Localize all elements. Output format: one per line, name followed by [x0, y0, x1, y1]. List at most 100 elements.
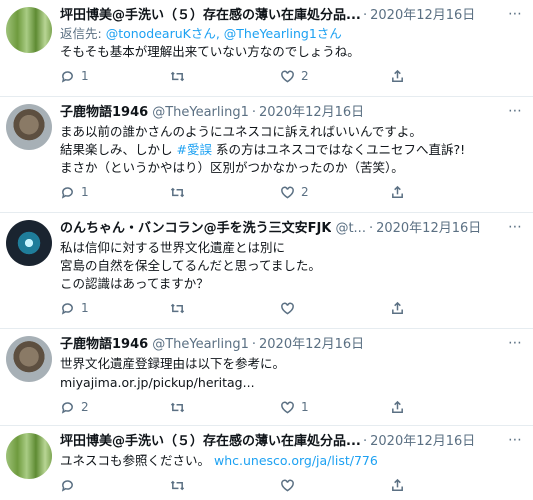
separator: ·: [251, 105, 257, 120]
retweet-icon: [170, 480, 185, 490]
tweet-text: 世界文化遺産登録理由は以下を参考に。: [60, 356, 286, 371]
tweet-header: のんちゃん・バンコラン@手を洗う三文安FJK @t... · 2020年12月1…: [60, 220, 525, 238]
reply-prefix: 返信先:: [60, 26, 106, 41]
hashtag-link[interactable]: #愛誤: [176, 142, 211, 157]
separator: ·: [251, 337, 257, 352]
tweet-actions: 2 1: [60, 392, 525, 422]
tweet[interactable]: 坪田博美@手洗い（５）存在感の薄い在庫処分品... · 2020年12月16日 …: [0, 0, 533, 97]
retweet-icon: [170, 303, 185, 313]
share-button[interactable]: [390, 185, 500, 200]
display-name[interactable]: 坪田博美@手洗い（５）存在感の薄い在庫処分品...: [60, 7, 360, 25]
timestamp[interactable]: 2020年12月16日: [376, 220, 481, 238]
timestamp[interactable]: 2020年12月16日: [259, 336, 364, 354]
tweet-actions: [60, 470, 525, 500]
tweet-header: 坪田博美@手洗い（５）存在感の薄い在庫処分品... · 2020年12月16日: [60, 7, 525, 25]
tweet[interactable]: のんちゃん・バンコラン@手を洗う三文安FJK @t... · 2020年12月1…: [0, 213, 533, 329]
tweet-actions: 1 2: [60, 177, 525, 207]
more-options-icon[interactable]: ⋯: [508, 6, 523, 22]
heart-icon: [281, 186, 294, 199]
reply-to-line: 返信先: @tonodearuKさん, @TheYearling1さん: [60, 25, 525, 42]
display-name[interactable]: 坪田博美@手洗い（５）存在感の薄い在庫処分品...: [60, 433, 360, 451]
display-name[interactable]: のんちゃん・バンコラン@手を洗う三文安FJK: [60, 220, 331, 238]
retweet-button[interactable]: [170, 301, 280, 316]
heart-icon: [281, 401, 294, 414]
share-icon: [392, 185, 403, 198]
tweet[interactable]: 子鹿物語1946 @TheYearling1 · 2020年12月16日 ⋯ ま…: [0, 97, 533, 213]
reply-count: 1: [81, 301, 89, 315]
share-button[interactable]: [390, 301, 500, 316]
like-button[interactable]: [280, 301, 390, 316]
conversation-thread: 坪田博美@手洗い（５）存在感の薄い在庫処分品... · 2020年12月16日 …: [0, 0, 533, 497]
user-handle[interactable]: @TheYearling1: [152, 104, 249, 122]
display-name[interactable]: 子鹿物語1946: [60, 104, 148, 122]
like-button[interactable]: 2: [280, 185, 390, 200]
reply-users-link[interactable]: @tonodearuKさん, @TheYearling1さん: [106, 26, 342, 41]
like-count: 1: [301, 400, 309, 414]
share-icon: [392, 478, 403, 491]
avatar[interactable]: [6, 220, 52, 266]
tweet-text-part: ユネスコも参照ください。: [60, 453, 211, 468]
reply-count: 1: [81, 69, 89, 83]
reply-icon: [61, 186, 73, 199]
avatar[interactable]: [6, 7, 52, 53]
reply-icon: [61, 479, 73, 492]
user-handle[interactable]: @TheYearling1: [152, 336, 249, 354]
more-options-icon[interactable]: ⋯: [508, 335, 523, 351]
timestamp[interactable]: 2020年12月16日: [370, 433, 475, 451]
reply-button[interactable]: 1: [60, 301, 170, 316]
share-button[interactable]: [390, 478, 500, 493]
separator: ·: [363, 434, 368, 449]
tweet-actions: 1: [60, 293, 525, 323]
tweet-actions: 1 2: [60, 61, 525, 91]
reply-button[interactable]: 2: [60, 400, 170, 415]
user-handle[interactable]: @t...: [335, 220, 366, 238]
retweet-button[interactable]: [170, 69, 280, 84]
reply-button[interactable]: 1: [60, 185, 170, 200]
like-button[interactable]: 2: [280, 69, 390, 84]
share-icon: [392, 301, 403, 314]
tweet[interactable]: 坪田博美@手洗い（５）存在感の薄い在庫処分品... · 2020年12月16日 …: [0, 426, 533, 497]
separator: ·: [368, 221, 374, 236]
reply-icon: [61, 401, 73, 414]
reply-icon: [61, 302, 73, 315]
reply-button[interactable]: 1: [60, 69, 170, 84]
more-options-icon[interactable]: ⋯: [508, 432, 523, 448]
like-count: 2: [301, 185, 309, 199]
tweet[interactable]: 子鹿物語1946 @TheYearling1 · 2020年12月16日 ⋯ 世…: [0, 329, 533, 426]
more-options-icon[interactable]: ⋯: [508, 219, 523, 235]
heart-icon: [281, 479, 294, 492]
like-count: 2: [301, 69, 309, 83]
tweet-header: 子鹿物語1946 @TheYearling1 · 2020年12月16日: [60, 336, 525, 354]
avatar[interactable]: [6, 336, 52, 382]
timestamp[interactable]: 2020年12月16日: [370, 7, 475, 25]
avatar[interactable]: [6, 104, 52, 150]
tweet-header: 坪田博美@手洗い（５）存在感の薄い在庫処分品... · 2020年12月16日: [60, 433, 525, 451]
url-link[interactable]: whc.unesco.org/ja/list/776: [214, 453, 378, 468]
tweet-text: まあ以前の誰かさんのようにユネスコに訴えればいいんですよ。 結果楽しみ、しかし …: [60, 123, 525, 177]
heart-icon: [281, 70, 294, 83]
heart-icon: [281, 302, 294, 315]
share-icon: [392, 69, 403, 82]
like-button[interactable]: 1: [280, 400, 390, 415]
retweet-button[interactable]: [170, 478, 280, 493]
reply-count: 2: [81, 400, 89, 414]
like-button[interactable]: [280, 478, 390, 493]
share-button[interactable]: [390, 400, 500, 415]
tweet-text: ユネスコも参照ください。 whc.unesco.org/ja/list/776: [60, 452, 525, 470]
tweet-text: 私は信仰に対する世界文化遺産とは別に 宮島の自然を保全してるんだと思ってました。…: [60, 240, 321, 291]
more-options-icon[interactable]: ⋯: [508, 103, 523, 119]
reply-count: 1: [81, 185, 89, 199]
url-link[interactable]: miyajima.or.jp/pickup/heritag...: [60, 374, 525, 392]
timestamp[interactable]: 2020年12月16日: [259, 104, 364, 122]
share-button[interactable]: [390, 69, 500, 84]
separator: ·: [363, 8, 368, 23]
retweet-icon: [170, 187, 185, 197]
tweet-header: 子鹿物語1946 @TheYearling1 · 2020年12月16日: [60, 104, 525, 122]
retweet-button[interactable]: [170, 400, 280, 415]
retweet-button[interactable]: [170, 185, 280, 200]
reply-button[interactable]: [60, 478, 170, 493]
avatar[interactable]: [6, 433, 52, 479]
display-name[interactable]: 子鹿物語1946: [60, 336, 148, 354]
retweet-icon: [170, 71, 185, 81]
retweet-icon: [170, 402, 185, 412]
